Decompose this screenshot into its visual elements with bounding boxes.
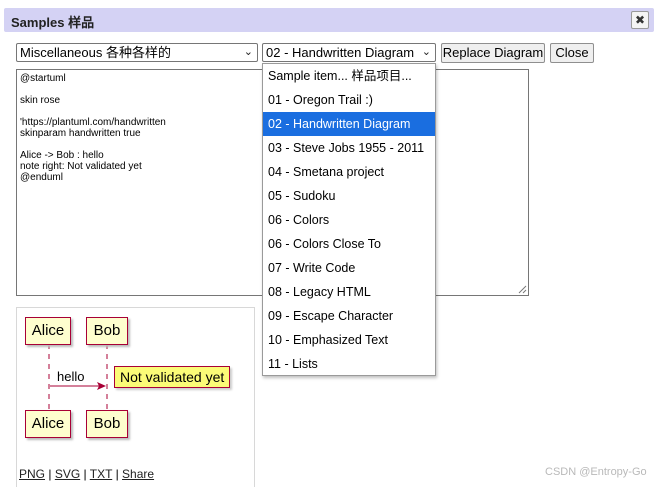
category-select-value: Miscellaneous 各种各样的 (20, 45, 171, 60)
category-select[interactable]: Miscellaneous 各种各样的 ⌄ (16, 43, 258, 62)
export-links: PNG | SVG | TXT | Share (19, 467, 154, 481)
actor-bob-bottom: Bob (86, 410, 128, 438)
link-separator: | (115, 467, 119, 481)
sample-select-value: 02 - Handwritten Diagram (266, 45, 415, 60)
chevron-down-icon: ⌄ (243, 46, 253, 58)
svg-link[interactable]: SVG (55, 467, 80, 481)
dialog-close-icon[interactable]: ✖ (631, 11, 649, 29)
actor-bob-top: Bob (86, 317, 128, 345)
dialog-title: Samples 样品 (11, 15, 95, 30)
dropdown-option[interactable]: 09 - Escape Character (263, 304, 435, 328)
dropdown-option[interactable]: 01 - Oregon Trail :) (263, 88, 435, 112)
dropdown-option-selected[interactable]: 02 - Handwritten Diagram (263, 112, 435, 136)
note-box: Not validated yet (114, 366, 231, 388)
dropdown-option[interactable]: 08 - Legacy HTML (263, 280, 435, 304)
replace-diagram-button[interactable]: Replace Diagram (441, 43, 545, 63)
samples-dialog: Samples 样品 ✖ Miscellaneous 各种各样的 ⌄ 02 - … (0, 0, 658, 487)
resize-grip-icon[interactable] (518, 285, 527, 294)
png-link[interactable]: PNG (19, 467, 45, 481)
txt-link[interactable]: TXT (90, 467, 112, 481)
dropdown-option[interactable]: 05 - Sudoku (263, 184, 435, 208)
dropdown-option[interactable]: 03 - Steve Jobs 1955 - 2011 (263, 136, 435, 160)
message-label: hello (57, 369, 85, 384)
share-link[interactable]: Share (122, 467, 154, 481)
actor-alice-top: Alice (25, 317, 71, 345)
dropdown-option[interactable]: 07 - Write Code (263, 256, 435, 280)
dropdown-option[interactable]: 06 - Colors Close To (263, 232, 435, 256)
link-separator: | (83, 467, 87, 481)
dropdown-option[interactable]: 10 - Emphasized Text (263, 328, 435, 352)
sample-dropdown-list[interactable]: Sample item... 样品项目... 01 - Oregon Trail… (262, 63, 436, 376)
actor-alice-bottom: Alice (25, 410, 71, 438)
sample-select[interactable]: 02 - Handwritten Diagram ⌄ (262, 43, 436, 62)
close-button[interactable]: Close (550, 43, 594, 63)
dropdown-option[interactable]: 04 - Smetana project (263, 160, 435, 184)
link-separator: | (48, 467, 52, 481)
diagram-preview: Alice Bob hello Not validated yet Alice … (16, 307, 255, 487)
dialog-titlebar: Samples 样品 ✖ (4, 8, 654, 32)
dropdown-option[interactable]: 11 - Lists (263, 352, 435, 376)
watermark: CSDN @Entropy-Go (545, 466, 647, 478)
dropdown-option[interactable]: Sample item... 样品项目... (263, 64, 435, 88)
dropdown-option[interactable]: 06 - Colors (263, 208, 435, 232)
chevron-down-icon: ⌄ (421, 46, 431, 58)
